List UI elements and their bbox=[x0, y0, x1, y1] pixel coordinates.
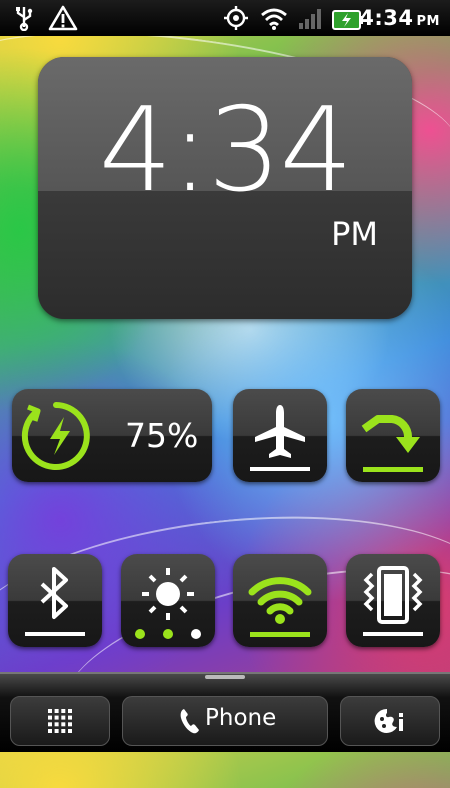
personalize-icon bbox=[374, 708, 403, 733]
gps-icon bbox=[224, 6, 248, 30]
usb-icon bbox=[16, 7, 33, 31]
phone-icon bbox=[180, 709, 199, 734]
signal-icon bbox=[299, 9, 321, 29]
airplane-icon bbox=[250, 405, 310, 471]
clock-time: 4:34 bbox=[98, 83, 354, 218]
clock-widget[interactable]: 4:34 PM bbox=[38, 57, 412, 319]
app-grid-icon bbox=[48, 709, 72, 733]
brightness-icon bbox=[135, 568, 201, 639]
brightness-level-dot bbox=[135, 629, 145, 639]
personalize-button[interactable] bbox=[340, 696, 440, 746]
vibrate-toggle[interactable] bbox=[346, 554, 440, 647]
bluetooth-icon bbox=[25, 567, 85, 636]
bluetooth-toggle[interactable] bbox=[8, 554, 102, 647]
brightness-level-dot bbox=[191, 629, 201, 639]
brightness-level-dot bbox=[163, 629, 173, 639]
battery-charging-icon bbox=[21, 402, 90, 470]
wifi-toggle[interactable] bbox=[233, 554, 327, 647]
dock-handle[interactable] bbox=[205, 675, 245, 679]
wifi-icon bbox=[261, 8, 287, 30]
status-bar: 4:34 PM bbox=[0, 0, 450, 36]
warning-icon bbox=[48, 5, 78, 31]
airplane-mode-toggle[interactable] bbox=[233, 389, 327, 482]
battery-percent: 75% bbox=[125, 416, 199, 455]
phone-label: Phone bbox=[205, 705, 277, 731]
auto-rotate-toggle[interactable] bbox=[346, 389, 440, 482]
vibrate-icon bbox=[363, 566, 423, 636]
clock-ampm: PM bbox=[331, 215, 378, 253]
brightness-toggle[interactable] bbox=[121, 554, 215, 647]
status-clock: 4:34 PM bbox=[359, 6, 440, 30]
battery-toggle[interactable]: 75% bbox=[12, 389, 212, 482]
phone-button[interactable]: Phone bbox=[122, 696, 328, 746]
all-apps-button[interactable] bbox=[10, 696, 110, 746]
wifi-icon bbox=[248, 577, 312, 637]
rotate-icon bbox=[361, 415, 423, 472]
